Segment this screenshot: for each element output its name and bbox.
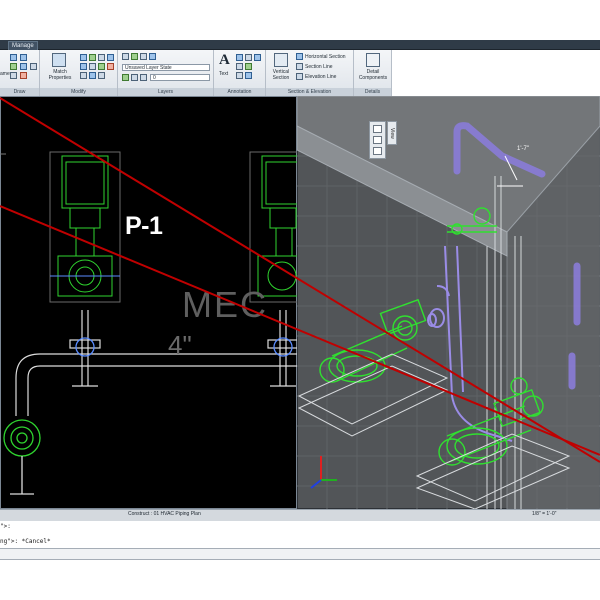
text-icon[interactable]: A xyxy=(219,52,230,69)
panel-title-details[interactable]: Details xyxy=(354,88,391,96)
ribbon-tab-bar: Manage xyxy=(0,40,600,50)
layer-state-dropdown[interactable]: Unsaved Layer State xyxy=(122,64,210,71)
zoom-icon[interactable] xyxy=(373,147,382,155)
layer-lock-icon[interactable] xyxy=(149,53,156,60)
array-icon[interactable] xyxy=(89,72,96,79)
ribbon: ame Draw Match Properties Modify Unsaved… xyxy=(0,50,392,96)
fillet-icon[interactable] xyxy=(89,63,96,70)
layer-bulb-icon[interactable] xyxy=(122,74,129,81)
command-history-line-1: ">: xyxy=(0,523,11,530)
circle-icon[interactable] xyxy=(10,63,17,70)
viewport-scale[interactable]: 1/8" = 1'-0" xyxy=(532,511,556,517)
current-layer-dropdown[interactable]: 0 xyxy=(150,74,210,81)
rectangle-icon[interactable] xyxy=(10,72,17,79)
table-icon[interactable] xyxy=(236,72,243,79)
panel-title-annotation[interactable]: Annotation xyxy=(214,88,265,96)
section-line-button[interactable]: Section Line xyxy=(305,64,333,70)
erase-icon[interactable] xyxy=(107,63,114,70)
ribbon-empty-area xyxy=(392,50,600,96)
panel-draw: ame Draw xyxy=(0,50,40,96)
section-line-icon[interactable] xyxy=(296,63,303,70)
layer-on-icon[interactable] xyxy=(131,53,138,60)
command-input[interactable] xyxy=(0,548,600,560)
panel-section-elevation: Vertical Section Horizontal Section Sect… xyxy=(266,50,354,96)
move-icon[interactable] xyxy=(80,54,87,61)
line-icon[interactable] xyxy=(10,54,17,61)
mirror-icon[interactable] xyxy=(80,63,87,70)
plan-equipment-bottom xyxy=(3,419,41,495)
detail-components-icon[interactable] xyxy=(366,53,380,67)
layer-freeze-icon[interactable] xyxy=(140,53,147,60)
panel-title-draw[interactable]: Draw xyxy=(0,88,39,96)
elevation-line-button[interactable]: Elevation Line xyxy=(305,74,336,80)
elevation-line-icon[interactable] xyxy=(296,73,303,80)
room-annotation: MEC xyxy=(182,284,268,325)
vertical-section-icon[interactable] xyxy=(274,53,288,67)
hatch-icon[interactable] xyxy=(20,72,27,79)
rotate-icon[interactable] xyxy=(89,54,96,61)
panel-modify: Match Properties Modify xyxy=(40,50,118,96)
match-properties-icon[interactable] xyxy=(52,53,66,67)
stretch-icon[interactable] xyxy=(98,63,105,70)
scale-icon[interactable] xyxy=(80,72,87,79)
revision-cloud-icon[interactable] xyxy=(245,63,252,70)
horizontal-section-button[interactable]: Horizontal Section xyxy=(305,54,346,60)
tag-icon[interactable] xyxy=(254,54,261,61)
polyline-icon[interactable] xyxy=(20,54,27,61)
keynote-icon[interactable] xyxy=(236,63,243,70)
tab-manage[interactable]: Manage xyxy=(8,41,38,50)
command-history: ">: ng">: *Cancel* xyxy=(0,521,600,551)
pump-p1-symbol xyxy=(49,151,121,303)
status-bar: Construct : 01 HVAC Piping Plan 1/8" = 1… xyxy=(0,509,600,521)
layer-color-icon[interactable] xyxy=(140,74,147,81)
purple-pipe-outline xyxy=(427,245,513,442)
panel-annotation: A Text Annotation xyxy=(214,50,266,96)
view-tab[interactable]: View xyxy=(387,121,397,145)
leader-icon[interactable] xyxy=(245,54,252,61)
panel-layers: Unsaved Layer State 0 Layers xyxy=(118,50,214,96)
text-button[interactable]: Text xyxy=(219,71,228,77)
orbit-icon[interactable] xyxy=(373,125,382,133)
vertical-section-button[interactable]: Vertical Section xyxy=(268,69,294,81)
pan-icon[interactable] xyxy=(373,136,382,144)
pipe-size-label: 4" xyxy=(168,330,192,360)
bottom-margin xyxy=(0,560,600,600)
draw-more-icon[interactable] xyxy=(30,63,37,70)
layer-sun-icon[interactable] xyxy=(131,74,138,81)
mtext-icon[interactable] xyxy=(245,72,252,79)
offset-icon[interactable] xyxy=(98,72,105,79)
trim-icon[interactable] xyxy=(98,54,105,61)
draw-tool-label[interactable]: ame xyxy=(0,71,10,77)
layer-properties-icon[interactable] xyxy=(122,53,129,60)
command-history-line-2: ng">: *Cancel* xyxy=(0,538,51,545)
equipment-tag: P-1 xyxy=(125,212,163,240)
navigation-bar xyxy=(369,121,386,159)
detail-components-button[interactable]: Detail Components xyxy=(356,69,390,81)
match-properties-button[interactable]: Match Properties xyxy=(46,69,74,81)
copy-icon[interactable] xyxy=(107,54,114,61)
model-3d-drawing: 1'-7" xyxy=(297,96,600,509)
horizontal-section-icon[interactable] xyxy=(296,53,303,60)
panel-title-section-elevation[interactable]: Section & Elevation xyxy=(266,88,353,96)
dimension-text: 1'-7" xyxy=(517,146,529,152)
arc-icon[interactable] xyxy=(20,63,27,70)
panel-title-modify[interactable]: Modify xyxy=(40,88,117,96)
top-margin xyxy=(0,0,600,40)
dimension-icon[interactable] xyxy=(236,54,243,61)
panel-title-layers[interactable]: Layers xyxy=(118,88,213,96)
pump-p2-symbol xyxy=(249,151,297,303)
layout-name: Construct : 01 HVAC Piping Plan xyxy=(128,511,201,517)
ucs-icon xyxy=(310,456,337,489)
panel-details: Detail Components Details xyxy=(354,50,392,96)
